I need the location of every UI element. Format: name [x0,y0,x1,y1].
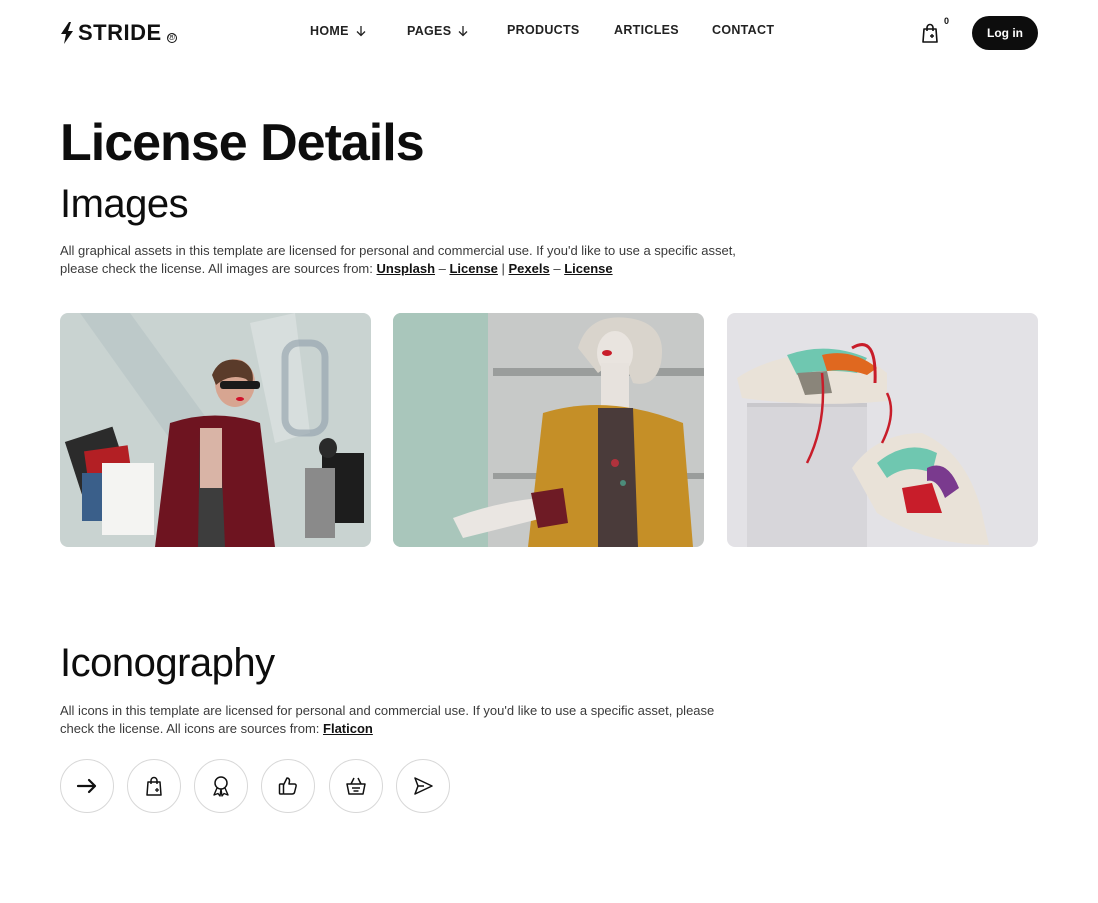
link-separator: – [549,260,565,276]
nav-item-products[interactable]: PRODUCTS [507,23,580,37]
shopping-bag-icon [146,776,162,796]
thumbs-up-icon-button[interactable] [261,759,315,813]
sneakers-on-pedestal-image [727,313,1038,547]
nav-item-contact[interactable]: CONTACT [712,23,774,37]
nav-item-label: PRODUCTS [507,23,580,37]
page-title: License Details [60,114,425,172]
unsplash-link[interactable]: Unsplash [377,261,436,276]
award-badge-icon [213,776,229,797]
site-header: STRIDE ® HOME PAGES PRODUCTS ARTICLES CO… [0,0,1098,66]
nav-item-home[interactable]: HOME [310,24,367,38]
nav-item-label: ARTICLES [614,23,679,37]
unsplash-license-link[interactable]: License [449,261,497,276]
award-badge-icon-button[interactable] [194,759,248,813]
iconography-section-title: Iconography [60,641,275,685]
nav-item-label: PAGES [407,24,452,38]
icons-license-body: All icons in this template are licensed … [60,703,715,736]
pexels-link[interactable]: Pexels [509,261,550,276]
pexels-license-link[interactable]: License [564,261,612,276]
send-icon [414,777,433,795]
arrow-down-icon [458,26,468,37]
arrow-right-icon-button[interactable] [60,759,114,813]
images-license-text: All graphical assets in this template ar… [60,242,740,277]
woman-with-shopping-bags-image [60,313,371,547]
arrow-down-icon [356,26,366,37]
cart-count-badge: 0 [944,16,950,26]
shopping-basket-icon-button[interactable] [329,759,383,813]
images-section-title: Images [60,182,189,226]
login-button[interactable]: Log in [972,16,1038,50]
thumbs-up-icon [278,777,297,795]
shopping-bag-icon[interactable] [919,22,941,44]
nav-item-pages[interactable]: PAGES [407,24,469,38]
link-separator: | [497,260,509,276]
icons-license-text: All icons in this template are licensed … [60,702,720,737]
mannequin-in-yellow-cardigan-image [393,313,704,547]
link-separator: – [435,260,450,276]
flaticon-link[interactable]: Flaticon [323,721,373,736]
arrow-right-icon [76,778,97,794]
send-icon-button[interactable] [396,759,450,813]
nav-item-articles[interactable]: ARTICLES [614,23,679,37]
shopping-bag-icon-button[interactable] [127,759,181,813]
nav-item-label: CONTACT [712,23,775,37]
shopping-basket-icon [346,777,366,795]
nav-item-label: HOME [310,24,349,38]
